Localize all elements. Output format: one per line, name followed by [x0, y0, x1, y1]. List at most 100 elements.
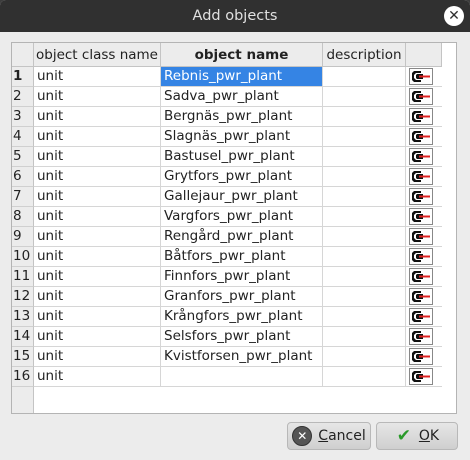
description-cell[interactable] [323, 287, 406, 307]
icon-cell[interactable] [406, 267, 442, 287]
description-cell[interactable] [323, 67, 406, 87]
object-class-cell[interactable]: unit [34, 127, 161, 147]
object-name-cell[interactable]: Grytfors_pwr_plant [161, 167, 323, 187]
icon-cell[interactable] [406, 107, 442, 127]
unit-class-icon [409, 68, 433, 85]
icon-cell[interactable] [406, 127, 442, 147]
row-number[interactable]: 8 [12, 207, 34, 227]
description-cell[interactable] [323, 267, 406, 287]
description-cell[interactable] [323, 167, 406, 187]
description-cell[interactable] [323, 87, 406, 107]
description-cell[interactable] [323, 247, 406, 267]
object-name-cell[interactable]: Rengård_pwr_plant [161, 227, 323, 247]
icon-cell[interactable] [406, 367, 442, 387]
row-number[interactable]: 4 [12, 127, 34, 147]
object-class-cell[interactable]: unit [34, 87, 161, 107]
table-row: 11 unit Finnfors_pwr_plant [12, 267, 442, 287]
header-icon-column[interactable] [406, 43, 442, 67]
row-number[interactable]: 6 [12, 167, 34, 187]
icon-cell[interactable] [406, 67, 442, 87]
icon-cell[interactable] [406, 187, 442, 207]
description-cell[interactable] [323, 367, 406, 387]
table-row: 15 unit Kvistforsen_pwr_plant [12, 347, 442, 367]
object-class-cell[interactable]: unit [34, 307, 161, 327]
description-cell[interactable] [323, 187, 406, 207]
icon-cell[interactable] [406, 227, 442, 247]
icon-cell[interactable] [406, 147, 442, 167]
description-cell[interactable] [323, 327, 406, 347]
description-cell[interactable] [323, 307, 406, 327]
description-cell[interactable] [323, 127, 406, 147]
object-class-cell[interactable]: unit [34, 107, 161, 127]
icon-cell[interactable] [406, 287, 442, 307]
description-cell[interactable] [323, 347, 406, 367]
object-name-cell[interactable]: Krångfors_pwr_plant [161, 307, 323, 327]
row-number[interactable]: 16 [12, 367, 34, 387]
object-class-cell[interactable]: unit [34, 147, 161, 167]
row-number[interactable]: 1 [12, 67, 34, 87]
object-name-cell[interactable]: Båtfors_pwr_plant [161, 247, 323, 267]
icon-cell[interactable] [406, 307, 442, 327]
row-number[interactable]: 3 [12, 107, 34, 127]
row-number[interactable]: 7 [12, 187, 34, 207]
row-number[interactable]: 2 [12, 87, 34, 107]
object-name-cell[interactable]: Rebnis_pwr_plant [161, 67, 323, 87]
row-number[interactable]: 12 [12, 287, 34, 307]
close-button[interactable]: ✕ [444, 6, 464, 26]
row-number[interactable]: 9 [12, 227, 34, 247]
header-description[interactable]: description [323, 43, 406, 67]
icon-cell[interactable] [406, 87, 442, 107]
unit-class-icon [409, 108, 433, 125]
row-number[interactable]: 14 [12, 327, 34, 347]
icon-cell[interactable] [406, 207, 442, 227]
object-name-cell[interactable]: Vargfors_pwr_plant [161, 207, 323, 227]
object-class-cell[interactable]: unit [34, 347, 161, 367]
object-class-cell[interactable]: unit [34, 267, 161, 287]
object-name-cell[interactable]: Bergnäs_pwr_plant [161, 107, 323, 127]
object-name-cell[interactable]: Gallejaur_pwr_plant [161, 187, 323, 207]
object-class-cell[interactable]: unit [34, 247, 161, 267]
row-number[interactable]: 11 [12, 267, 34, 287]
ok-button[interactable]: ✔ OK [376, 422, 458, 450]
object-name-cell[interactable]: Selsfors_pwr_plant [161, 327, 323, 347]
object-name-cell[interactable]: Finnfors_pwr_plant [161, 267, 323, 287]
description-cell[interactable] [323, 207, 406, 227]
close-icon: ✕ [448, 8, 460, 24]
object-name-cell[interactable]: Sadva_pwr_plant [161, 87, 323, 107]
object-name-cell[interactable]: Slagnäs_pwr_plant [161, 127, 323, 147]
unit-class-icon [409, 128, 433, 145]
header-object-name[interactable]: object name [161, 43, 323, 67]
object-class-cell[interactable]: unit [34, 67, 161, 87]
unit-class-icon [409, 328, 433, 345]
row-number[interactable]: 10 [12, 247, 34, 267]
table-row: 5 unit Bastusel_pwr_plant [12, 147, 442, 167]
object-class-cell[interactable]: unit [34, 287, 161, 307]
table-row: 12 unit Granfors_pwr_plant [12, 287, 442, 307]
header-object-class-name[interactable]: object class name [34, 43, 161, 67]
icon-cell[interactable] [406, 347, 442, 367]
object-class-cell[interactable]: unit [34, 227, 161, 247]
cancel-button[interactable]: ✕ Cancel [287, 422, 371, 450]
description-cell[interactable] [323, 107, 406, 127]
object-class-cell[interactable]: unit [34, 187, 161, 207]
icon-cell[interactable] [406, 247, 442, 267]
row-number[interactable]: 5 [12, 147, 34, 167]
dialog-title: Add objects [192, 8, 278, 24]
icon-cell[interactable] [406, 327, 442, 347]
object-name-cell[interactable]: Bastusel_pwr_plant [161, 147, 323, 167]
object-class-cell[interactable]: unit [34, 207, 161, 227]
object-name-cell[interactable] [161, 367, 323, 387]
row-number[interactable]: 13 [12, 307, 34, 327]
icon-cell[interactable] [406, 167, 442, 187]
description-cell[interactable] [323, 147, 406, 167]
object-class-cell[interactable]: unit [34, 327, 161, 347]
object-class-cell[interactable]: unit [34, 167, 161, 187]
object-name-cell[interactable]: Kvistforsen_pwr_plant [161, 347, 323, 367]
table-corner[interactable] [12, 43, 34, 67]
table-row: 3 unit Bergnäs_pwr_plant [12, 107, 442, 127]
table-row: 4 unit Slagnäs_pwr_plant [12, 127, 442, 147]
object-class-cell[interactable]: unit [34, 367, 161, 387]
description-cell[interactable] [323, 227, 406, 247]
object-name-cell[interactable]: Granfors_pwr_plant [161, 287, 323, 307]
row-number[interactable]: 15 [12, 347, 34, 367]
